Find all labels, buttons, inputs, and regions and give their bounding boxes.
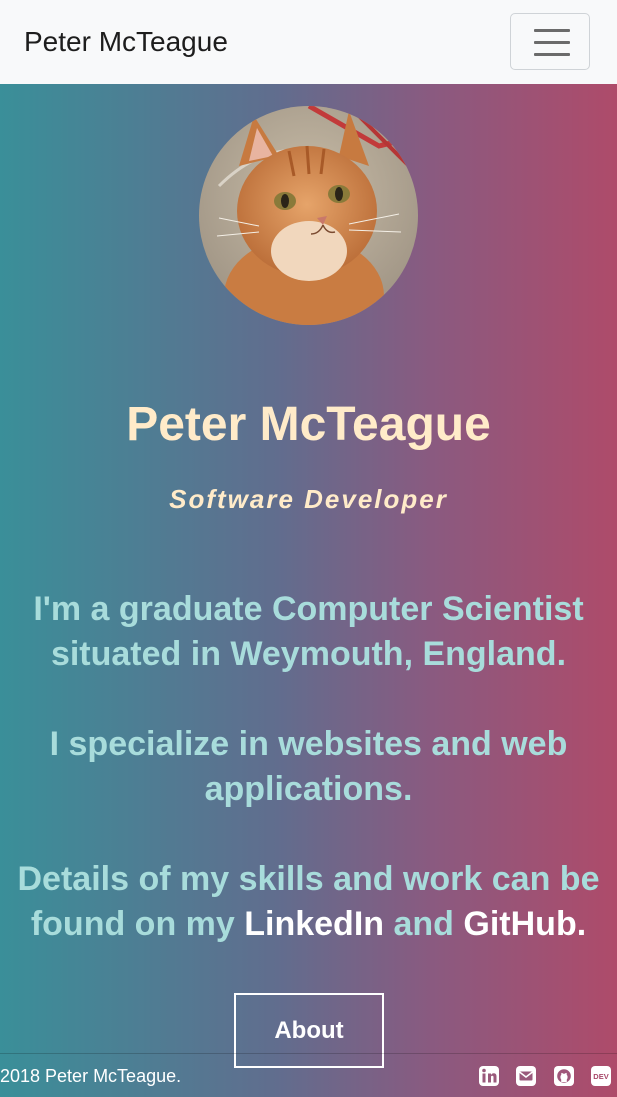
navbar: Peter McTeague: [0, 0, 617, 84]
hero-role: Software Developer: [169, 484, 448, 514]
footer-copyright: 2018 Peter McTeague.: [0, 1066, 182, 1086]
profile-avatar: [199, 106, 418, 325]
email-icon[interactable]: [515, 1065, 537, 1087]
menu-toggle-button[interactable]: [510, 13, 590, 70]
github-link[interactable]: GitHub: [463, 905, 576, 943]
about-button[interactable]: About: [234, 993, 384, 1068]
intro-paragraph-specialty: I specialize in websites and web applica…: [49, 725, 568, 808]
linkedin-link[interactable]: LinkedIn: [244, 905, 384, 943]
intro-paragraph-location: I'm a graduate Computer Scientist situat…: [33, 590, 584, 673]
cat-photo: [199, 106, 418, 325]
hero-name: Peter McTeague: [126, 398, 491, 451]
intro-links-suffix: .: [576, 905, 587, 943]
navbar-brand[interactable]: Peter McTeague: [24, 24, 228, 60]
dev-icon-label: DEV: [593, 1072, 608, 1081]
github-icon[interactable]: [553, 1065, 575, 1087]
intro-links-and: and: [393, 905, 454, 943]
dev-icon[interactable]: DEV: [590, 1065, 612, 1087]
linkedin-icon[interactable]: [478, 1065, 500, 1087]
footer-divider: [0, 1053, 617, 1054]
intro-paragraph-links: Details of my skills and work can be fou…: [0, 857, 617, 947]
